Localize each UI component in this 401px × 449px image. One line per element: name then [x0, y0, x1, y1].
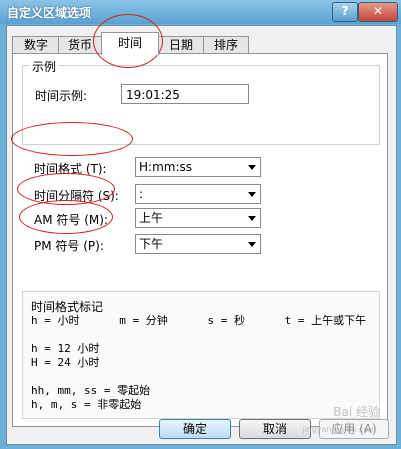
sample-group: 示例 时间示例: 19:01:25	[22, 58, 380, 145]
sample-group-title: 示例	[29, 58, 60, 75]
tab-number[interactable]: 数字	[12, 36, 60, 54]
chevron-down-icon	[248, 192, 256, 197]
dialog-window: 自定义区域选项 ? ✕ 数字 货币 时间 日期 排序 示例 时间示例: 19:0…	[0, 0, 401, 449]
am-symbol-label: AM 符号 (M):	[34, 213, 108, 227]
dialog-client: 数字 货币 时间 日期 排序 示例 时间示例: 19:01:25 时间格式 (T…	[6, 25, 397, 445]
close-button[interactable]: ✕	[358, 2, 398, 22]
title-bar[interactable]: 自定义区域选项 ? ✕	[0, 0, 401, 24]
watermark-sub: jingyan.baidu.com	[302, 425, 376, 434]
tab-sort[interactable]: 排序	[203, 36, 249, 54]
notes-line: h = 小时 m = 分钟 s = 秒 t = 上午或下午	[31, 314, 367, 327]
notes-line: H = 24 小时	[31, 356, 100, 369]
notes-line: h, m, s = 非零起始	[31, 398, 142, 411]
time-sample-field: 19:01:25	[121, 84, 249, 104]
tab-currency[interactable]: 货币	[58, 36, 102, 54]
time-separator-value: :	[139, 187, 144, 201]
time-sample-label: 时间示例:	[35, 89, 88, 103]
time-format-select[interactable]: H:mm:ss	[135, 157, 261, 177]
am-symbol-value: 上午	[139, 211, 164, 225]
time-separator-select[interactable]: :	[135, 184, 261, 204]
am-symbol-select[interactable]: 上午	[135, 208, 261, 228]
pm-symbol-label: PM 符号 (P):	[34, 239, 104, 253]
time-separator-label: 时间分隔符 (S):	[34, 189, 119, 203]
chevron-down-icon	[248, 216, 256, 221]
ok-button[interactable]: 确定	[159, 419, 231, 439]
time-tab-panel: 示例 时间示例: 19:01:25 时间格式 (T): H:mm:ss 时间分隔…	[12, 53, 388, 427]
tab-time[interactable]: 时间	[101, 32, 159, 55]
time-format-label: 时间格式 (T):	[34, 162, 107, 176]
chevron-down-icon	[248, 242, 256, 247]
window-title: 自定义区域选项	[7, 6, 92, 20]
chevron-down-icon	[248, 165, 256, 170]
cancel-button[interactable]: 取消	[239, 419, 311, 439]
pm-symbol-value: 下午	[139, 237, 164, 251]
pm-symbol-select[interactable]: 下午	[135, 234, 261, 254]
format-notes: 时间格式标记 h = 小时 m = 分钟 s = 秒 t = 上午或下午 h =…	[22, 291, 380, 419]
tab-date[interactable]: 日期	[158, 36, 204, 54]
time-format-value: H:mm:ss	[139, 160, 192, 174]
watermark: Bai 经验	[333, 405, 380, 419]
help-button[interactable]: ?	[332, 2, 358, 22]
